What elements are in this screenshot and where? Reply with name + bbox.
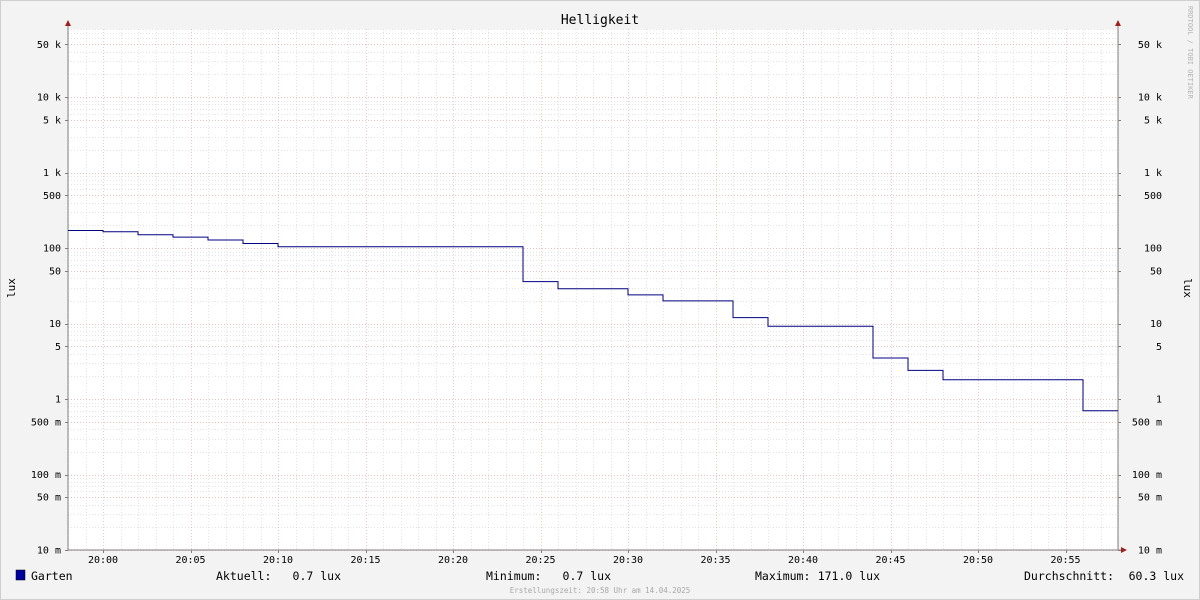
y-tick-label-left: 5: [55, 342, 61, 353]
y-tick-label-left: 10 m: [37, 546, 61, 557]
stat-label-aktuell: Aktuell:: [216, 569, 271, 583]
y-tick-label-right: 100 m: [1132, 470, 1162, 481]
stat-value-aktuell: 0.7 lux: [293, 569, 342, 583]
y-tick-label-right: 50: [1150, 266, 1162, 277]
plot-background: [68, 29, 1118, 550]
y-tick-label-left: 10: [49, 319, 61, 330]
x-tick-label: 20:00: [88, 555, 118, 566]
y-tick-label-right: 1: [1156, 395, 1162, 406]
x-tick-label: 20:15: [350, 555, 380, 566]
watermark: RRDTOOL / TOBI OETIKER: [1186, 6, 1194, 100]
y-tick-label-left: 500: [43, 191, 61, 202]
x-tick-label: 20:50: [963, 555, 993, 566]
y-ticks-right: 50 k 10 k 5 k 1 k 500 100 50 10 5 1 500 m 100 m 50 m…: [1118, 40, 1162, 557]
x-tick-label: 20:40: [788, 555, 818, 566]
y-axis-label-right: lux: [1181, 278, 1194, 298]
y-tick-label-right: 500 m: [1132, 417, 1162, 428]
y-tick-label-left: 50 k: [37, 40, 61, 51]
y-tick-label-right: 10 m: [1138, 546, 1162, 557]
x-tick-label: 20:20: [438, 555, 468, 566]
legend-swatch: [15, 569, 26, 581]
y-tick-label-left: 100 m: [31, 470, 61, 481]
stat-label-minimum: Minimum:: [486, 569, 541, 583]
y-tick-label-right: 50 k: [1138, 40, 1162, 51]
y-tick-label-right: 5: [1156, 342, 1162, 353]
x-tick-label: 20:25: [525, 555, 555, 566]
left-axis-arrow-icon: [65, 20, 71, 26]
x-tick-label: 20:30: [613, 555, 643, 566]
y-tick-label-right: 5 k: [1144, 115, 1162, 126]
stat-value-minimum: 0.7 lux: [563, 569, 612, 583]
graph-frame: 50 k 10 k 5 k 1 k 500 100 50 10 5 1 500 m 100 m 50 m…: [0, 0, 1200, 600]
y-tick-label-left: 1 k: [43, 168, 61, 179]
right-axis-arrow-icon: [1115, 20, 1121, 26]
y-tick-label-left: 1: [55, 395, 61, 406]
y-axis-label-left: lux: [5, 278, 18, 298]
y-ticks-left: 50 k 10 k 5 k 1 k 500 100 50 10 5 1 500 m 100 m 50 m…: [31, 40, 68, 557]
stat-value-maximum: 171.0 lux: [818, 569, 880, 583]
y-tick-label-right: 10 k: [1138, 93, 1162, 104]
chart-title: Helligkeit: [561, 13, 639, 28]
y-tick-label-left: 10 k: [37, 93, 61, 104]
y-tick-label-right: 10: [1150, 319, 1162, 330]
footer-timestamp: Erstellungszeit: 20:58 Uhr am 14.04.2025: [510, 586, 691, 595]
chart: 50 k 10 k 5 k 1 k 500 100 50 10 5 1 500 m 100 m 50 m…: [5, 6, 1194, 595]
x-tick-label: 20:35: [700, 555, 730, 566]
x-axis-arrow-icon: [1121, 547, 1127, 553]
x-tick-label: 20:10: [263, 555, 293, 566]
x-tick-label: 20:05: [175, 555, 205, 566]
x-tick-label: 20:45: [875, 555, 905, 566]
stat-label-maximum: Maximum:: [755, 569, 810, 583]
y-tick-label-left: 500 m: [31, 417, 61, 428]
y-tick-label-left: 50: [49, 266, 61, 277]
x-tick-label: 20:55: [1050, 555, 1080, 566]
y-tick-label-right: 50 m: [1138, 493, 1162, 504]
y-tick-label-left: 50 m: [37, 493, 61, 504]
legend-series-name: Garten: [31, 569, 73, 583]
stat-value-durchschnitt: 60.3 lux: [1129, 569, 1184, 583]
y-tick-label-left: 5 k: [43, 115, 61, 126]
y-tick-label-right: 100: [1144, 244, 1162, 255]
y-tick-label-right: 1 k: [1144, 168, 1162, 179]
y-tick-label-right: 500: [1144, 191, 1162, 202]
x-ticks: 20:00 20:05 20:10 20:15 20:20 20:25 20:30 20:35…: [88, 550, 1081, 566]
stat-label-durchschnitt: Durchschnitt:: [1024, 569, 1114, 583]
y-tick-label-left: 100: [43, 244, 61, 255]
